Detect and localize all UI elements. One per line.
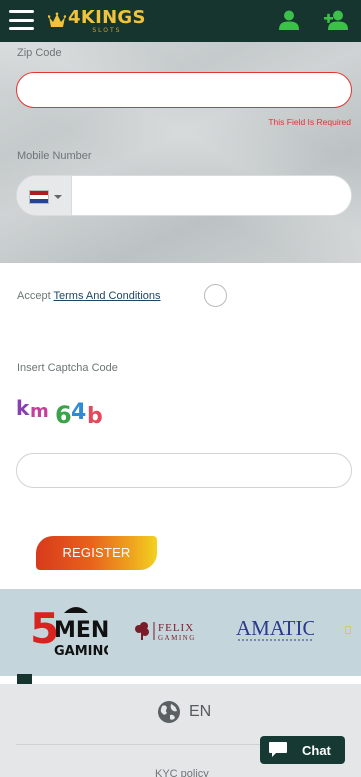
user-plus-icon[interactable]	[323, 8, 349, 32]
logo-title: 4KINGS	[68, 6, 146, 28]
svg-text:6: 6	[55, 401, 72, 427]
site-logo[interactable]: 4KINGS SLOTS	[48, 6, 146, 36]
register-button[interactable]: REGISTER	[36, 536, 157, 570]
scroll-indicator[interactable]	[17, 674, 32, 684]
hamburger-menu-icon[interactable]	[9, 10, 34, 30]
crown-icon	[48, 12, 66, 27]
captcha-image: k m 6 4 b	[16, 396, 103, 427]
top-header: 4KINGS SLOTS	[0, 0, 361, 42]
language-label: EN	[189, 703, 212, 720]
user-icon[interactable]	[277, 8, 301, 32]
terms-link[interactable]: Terms And Conditions	[54, 290, 161, 302]
mobile-number-input[interactable]	[73, 176, 351, 215]
svg-text:m: m	[30, 401, 49, 422]
svg-text:4: 4	[71, 400, 86, 425]
mobile-number-label: Mobile Number	[17, 150, 92, 162]
chat-label: Chat	[302, 742, 331, 758]
captcha-label: Insert Captcha Code	[17, 362, 118, 374]
netherlands-flag-icon	[29, 189, 49, 204]
globe-icon	[158, 701, 180, 723]
svg-text:MEN: MEN	[54, 618, 108, 643]
providers-strip: 5 MEN GAMING FELIX GAMING AMATIC	[0, 589, 361, 676]
logo-subtitle: SLOTS	[92, 26, 122, 34]
provider-logo-amatic[interactable]: AMATIC	[236, 616, 314, 646]
svg-text:GAMING: GAMING	[54, 644, 108, 659]
provider-logo-felix[interactable]: FELIX GAMING	[133, 620, 211, 642]
kyc-policy-link[interactable]: KYC policy	[155, 768, 209, 777]
svg-text:AMATIC: AMATIC	[236, 616, 314, 640]
chat-bubble-icon	[269, 742, 287, 757]
svg-text:GAMING: GAMING	[158, 634, 196, 642]
provider-logo-partial	[345, 626, 351, 634]
terms-row: Accept Terms And Conditions	[17, 290, 161, 302]
provider-logo-5men[interactable]: 5 MEN GAMING	[30, 603, 108, 661]
svg-text:k: k	[16, 396, 30, 420]
zip-code-input[interactable]	[16, 72, 352, 108]
accept-terms-radio[interactable]	[204, 284, 227, 307]
accept-label: Accept	[17, 290, 51, 302]
svg-text:b: b	[87, 404, 103, 427]
language-selector[interactable]: EN	[157, 700, 211, 724]
zip-error-message: This Field Is Required	[268, 117, 351, 127]
chevron-down-icon	[54, 194, 62, 199]
mobile-number-field	[16, 175, 352, 216]
zip-code-label: Zip Code	[17, 47, 62, 59]
svg-text:FELIX: FELIX	[158, 622, 194, 634]
country-code-dropdown[interactable]	[17, 176, 72, 215]
chat-button[interactable]: Chat	[260, 736, 345, 764]
captcha-input[interactable]	[16, 453, 352, 488]
